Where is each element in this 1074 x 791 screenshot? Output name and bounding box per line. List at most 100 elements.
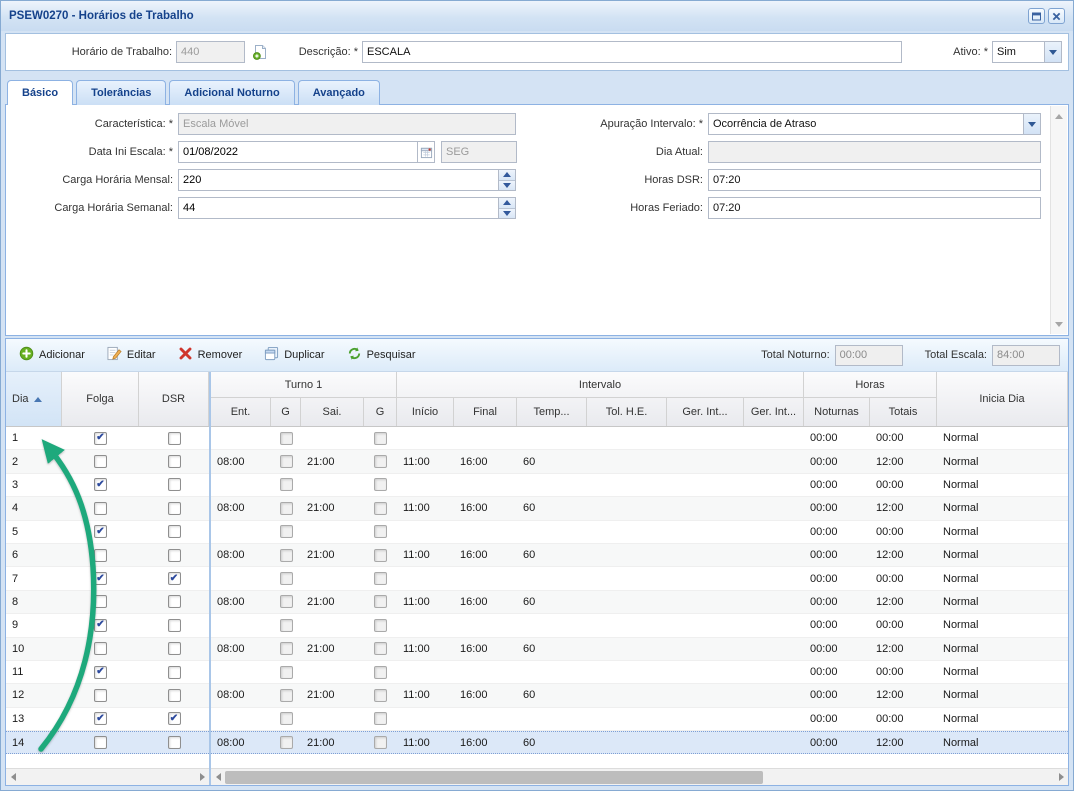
dsr-checkbox[interactable] [168,595,181,608]
dsr-checkbox[interactable] [168,712,181,725]
dsr-checkbox[interactable] [168,642,181,655]
column-header-inicia-dia[interactable]: Inicia Dia [937,372,1068,426]
ativo-select[interactable]: Sim [992,41,1062,63]
table-row[interactable]: 08:0021:0011:0016:006000:0012:00Normal [211,684,1068,707]
table-row[interactable]: 4 [6,497,209,520]
dsr-checkbox[interactable] [168,478,181,491]
carga-semanal-input[interactable] [179,198,498,218]
duplicar-button[interactable]: Duplicar [259,343,329,367]
folga-checkbox[interactable] [94,619,107,632]
folga-checkbox[interactable] [94,689,107,702]
form-vertical-scrollbar[interactable] [1050,106,1067,334]
table-row[interactable]: 7 [6,567,209,590]
tab-avancado[interactable]: Avançado [298,80,380,105]
column-header-sai[interactable]: Sai. [301,398,364,426]
tab-adicional-noturno[interactable]: Adicional Noturno [169,80,294,105]
table-row[interactable]: 2 [6,450,209,473]
dsr-checkbox[interactable] [168,736,181,749]
column-header-g[interactable]: G [271,398,301,426]
table-row[interactable]: 00:0000:00Normal [211,708,1068,731]
table-row[interactable]: 00:0000:00Normal [211,427,1068,450]
dsr-checkbox[interactable] [168,572,181,585]
carga-mensal-field[interactable] [178,169,516,191]
table-row[interactable]: 08:0021:0011:0016:006000:0012:00Normal [211,450,1068,473]
folga-checkbox[interactable] [94,595,107,608]
folga-checkbox[interactable] [94,455,107,468]
table-row[interactable]: 00:0000:00Normal [211,521,1068,544]
dsr-checkbox[interactable] [168,432,181,445]
dsr-checkbox[interactable] [168,689,181,702]
calendar-icon[interactable] [417,142,434,162]
dsr-checkbox[interactable] [168,525,181,538]
dsr-checkbox[interactable] [168,666,181,679]
column-header-ger-int[interactable]: Ger. Int... [667,398,744,426]
table-row[interactable]: 6 [6,544,209,567]
column-header-tol-h-e[interactable]: Tol. H.E. [587,398,667,426]
folga-checkbox[interactable] [94,432,107,445]
table-row[interactable]: 9 [6,614,209,637]
table-row[interactable]: 00:0000:00Normal [211,614,1068,637]
horas-dsr-field[interactable] [708,169,1041,191]
column-header-folga[interactable]: Folga [62,372,139,426]
folga-checkbox[interactable] [94,736,107,749]
column-header-dia[interactable]: Dia [6,372,62,426]
column-header-totais[interactable]: Totais [870,398,937,426]
table-row[interactable]: 08:0021:0011:0016:006000:0012:00Normal [211,731,1068,754]
folga-checkbox[interactable] [94,525,107,538]
spinner-icon[interactable] [498,198,515,218]
column-header-ger-int[interactable]: Ger. Int... [744,398,804,426]
table-row[interactable]: 08:0021:0011:0016:006000:0012:00Normal [211,544,1068,567]
table-row[interactable]: 14 [6,731,209,754]
scroll-left-icon[interactable] [6,769,20,785]
table-row[interactable]: 13 [6,708,209,731]
chevron-down-icon[interactable] [1023,114,1040,134]
tab-basico[interactable]: Básico [7,80,73,105]
column-header-dsr[interactable]: DSR [139,372,209,426]
column-header-ent[interactable]: Ent. [211,398,271,426]
table-row[interactable]: 3 [6,474,209,497]
locked-horizontal-scrollbar[interactable] [6,768,209,785]
scroll-up-icon[interactable] [1051,108,1067,124]
folga-checkbox[interactable] [94,642,107,655]
table-row[interactable]: 1 [6,427,209,450]
apuracao-intervalo-select[interactable]: Ocorrência de Atraso [708,113,1041,135]
folga-checkbox[interactable] [94,666,107,679]
dsr-checkbox[interactable] [168,619,181,632]
table-row[interactable]: 08:0021:0011:0016:006000:0012:00Normal [211,497,1068,520]
folga-checkbox[interactable] [94,712,107,725]
dsr-checkbox[interactable] [168,549,181,562]
folga-checkbox[interactable] [94,572,107,585]
table-row[interactable]: 8 [6,591,209,614]
descricao-field[interactable] [362,41,902,63]
dsr-checkbox[interactable] [168,455,181,468]
scroll-right-icon[interactable] [1054,769,1068,785]
dsr-checkbox[interactable] [168,502,181,515]
folga-checkbox[interactable] [94,502,107,515]
column-header-temp[interactable]: Temp... [517,398,587,426]
data-ini-input[interactable] [179,142,417,162]
table-row[interactable]: 08:0021:0011:0016:006000:0012:00Normal [211,638,1068,661]
column-header-noturnas[interactable]: Noturnas [804,398,870,426]
table-row[interactable]: 5 [6,521,209,544]
folga-checkbox[interactable] [94,549,107,562]
horas-feriado-field[interactable] [708,197,1041,219]
column-header-final[interactable]: Final [454,398,517,426]
scroll-down-icon[interactable] [1051,316,1067,332]
table-row[interactable]: 12 [6,684,209,707]
close-button[interactable] [1048,8,1065,24]
column-header-g[interactable]: G [364,398,397,426]
scroll-right-icon[interactable] [195,769,209,785]
remover-button[interactable]: Remover [173,343,248,367]
carga-mensal-input[interactable] [179,170,498,190]
scroll-left-icon[interactable] [211,769,225,785]
table-row[interactable]: 10 [6,638,209,661]
data-ini-escala-field[interactable] [178,141,435,163]
carga-semanal-field[interactable] [178,197,516,219]
grid-horizontal-scrollbar[interactable] [211,768,1068,785]
spinner-icon[interactable] [498,170,515,190]
folga-checkbox[interactable] [94,478,107,491]
table-row[interactable]: 08:0021:0011:0016:006000:0012:00Normal [211,591,1068,614]
pesquisar-button[interactable]: Pesquisar [342,343,421,367]
table-row[interactable]: 00:0000:00Normal [211,567,1068,590]
column-header-inicio[interactable]: Início [397,398,454,426]
